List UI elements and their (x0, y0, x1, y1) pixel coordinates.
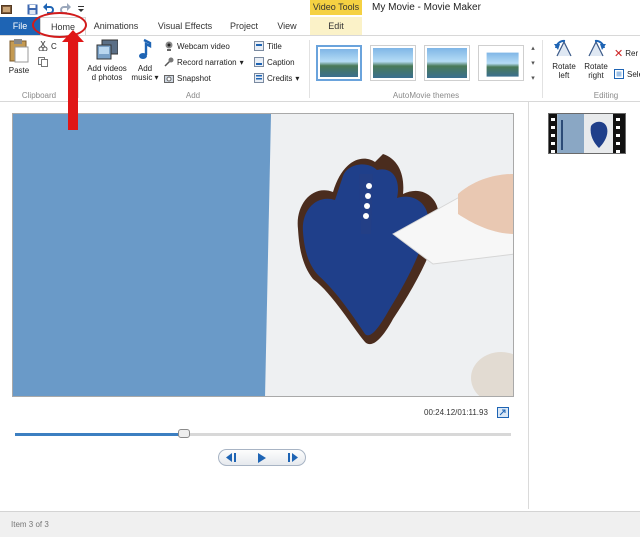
tab-edit[interactable]: Edit (310, 17, 362, 35)
title-card-icon (254, 41, 264, 51)
chevron-down-icon: ▾ (239, 57, 244, 67)
add-music-label: Add (137, 64, 153, 73)
music-label: music (131, 73, 153, 82)
video-preview[interactable] (12, 113, 514, 397)
select-all-button[interactable]: Sele (614, 67, 640, 81)
pane-divider[interactable] (528, 102, 529, 509)
rotate-right-button[interactable]: Rotate right (580, 38, 612, 80)
status-bar (0, 511, 640, 537)
chevron-down-icon[interactable]: ▾ (531, 59, 535, 67)
theme-thumbnail[interactable] (316, 45, 362, 81)
storyboard-clip[interactable] (548, 113, 626, 154)
add-music-button[interactable]: Add music ▾ (130, 38, 160, 82)
tab-project[interactable]: Project (224, 17, 264, 35)
customize-toolbar-icon[interactable] (74, 3, 87, 16)
rotate-right-label: Rotate (584, 62, 608, 71)
snapshot-icon (164, 75, 174, 83)
music-note-icon (139, 38, 152, 59)
copy-icon (38, 57, 48, 67)
add-group-label: Add (185, 91, 201, 100)
record-narration-button[interactable]: Record narration ▾ (164, 55, 244, 69)
window-title: My Movie - Movie Maker (372, 2, 481, 13)
next-frame-button[interactable] (276, 450, 305, 465)
app-menu-icon[interactable] (0, 3, 13, 16)
close-x-icon: ✕ (614, 47, 624, 60)
webcam-video-button[interactable]: Webcam video (164, 39, 230, 53)
play-icon (258, 452, 266, 463)
playback-controls (218, 449, 306, 466)
paste-label: Paste (8, 66, 30, 75)
save-icon[interactable] (26, 3, 39, 16)
credits-icon (254, 73, 264, 83)
editing-group-label: Editing (593, 91, 619, 100)
play-button[interactable] (248, 450, 277, 465)
paste-icon (9, 39, 29, 63)
theme-thumbnail[interactable] (370, 45, 416, 81)
copy-button[interactable] (38, 55, 51, 69)
next-frame-icon (287, 453, 298, 462)
webcam-label: Webcam video (177, 41, 230, 51)
title-label: Title (267, 41, 282, 51)
cut-button[interactable]: C (38, 39, 57, 53)
theme-thumbnail[interactable] (424, 45, 470, 81)
remove-label: Rer (625, 48, 639, 58)
seek-slider-progress (15, 433, 184, 436)
credits-button[interactable]: Credits ▾ (254, 71, 299, 85)
rotate-right-icon (588, 39, 606, 57)
paste-button[interactable]: Paste (5, 38, 33, 75)
rotate-left-label: Rotate (552, 62, 576, 71)
annotation-arrow-icon (62, 30, 84, 130)
seek-slider-thumb[interactable] (178, 429, 190, 438)
narration-label: Record narration (177, 57, 237, 67)
title-button[interactable]: Title (254, 39, 282, 53)
tab-visual-effects[interactable]: Visual Effects (152, 17, 218, 35)
microphone-icon (164, 57, 174, 67)
snapshot-label: Snapshot (177, 73, 211, 83)
caption-button[interactable]: Caption (254, 55, 295, 69)
themes-group-label: AutoMovie themes (392, 91, 460, 100)
timecode-display: 00:24.12/01:11.93 (424, 408, 488, 417)
rotate-left-icon (554, 39, 572, 57)
add-videos-label: Add videos (87, 64, 127, 73)
chevron-up-icon[interactable]: ▴ (531, 44, 535, 52)
chevron-down-icon: ▾ (295, 73, 300, 83)
chevron-down-icon: ▾ (154, 73, 159, 82)
ribbon: Paste C Clipboard Add videos d photos Ad… (0, 35, 640, 102)
select-all-label: Sele (627, 69, 640, 79)
previous-frame-button[interactable] (219, 450, 248, 465)
video-tools-header: Video Tools (310, 0, 362, 15)
status-text: Item 3 of 3 (11, 520, 49, 529)
gallery-more-icon[interactable]: ▾ (531, 74, 535, 82)
scissors-icon (38, 41, 48, 51)
webcam-icon (165, 41, 173, 51)
remove-button[interactable]: ✕ Rer (614, 46, 638, 60)
ribbon-tab-row: File Home Animations Visual Effects Proj… (0, 17, 640, 35)
rotate-right-label-2: right (588, 71, 604, 80)
cut-label: C (51, 41, 57, 51)
snapshot-button[interactable]: Snapshot (164, 71, 211, 85)
select-all-icon (614, 69, 624, 79)
video-frame-image (13, 114, 513, 396)
add-videos-photos-button[interactable]: Add videos d photos (84, 38, 130, 82)
caption-label: Caption (267, 57, 295, 67)
tab-animations[interactable]: Animations (90, 17, 142, 35)
fullscreen-icon[interactable] (497, 407, 509, 418)
rotate-left-button[interactable]: Rotate left (548, 38, 580, 80)
theme-gallery-scroller[interactable]: ▴ ▾ ▾ (528, 44, 538, 82)
rotate-left-label-2: left (558, 71, 570, 80)
previous-frame-icon (226, 453, 237, 462)
add-photos-label: d photos (91, 73, 123, 82)
ribbon-separator (542, 40, 543, 98)
ribbon-separator (309, 40, 310, 98)
clip-thumbnail-image (549, 114, 625, 153)
tab-view[interactable]: View (270, 17, 304, 35)
credits-label: Credits (267, 73, 293, 83)
film-photo-icon (96, 39, 119, 60)
caption-icon (254, 57, 264, 67)
theme-thumbnail[interactable] (478, 45, 524, 81)
